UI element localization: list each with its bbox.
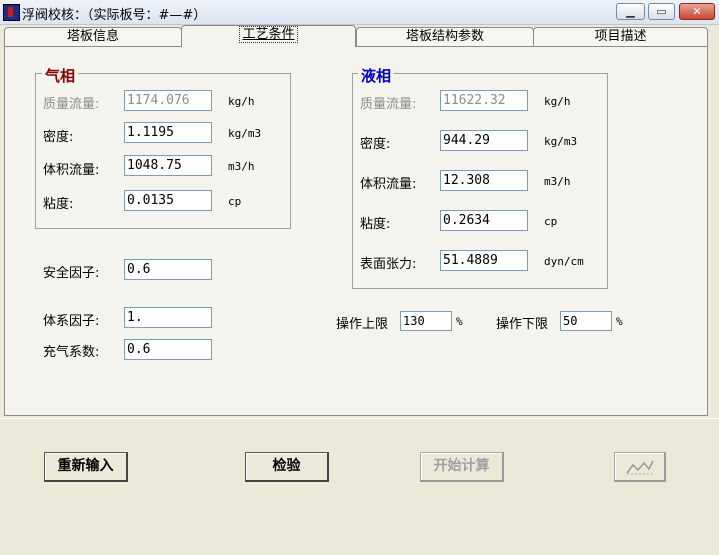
operation-upper-unit: % <box>456 315 463 328</box>
close-icon: ✕ <box>692 5 702 18</box>
tab-label: 项目描述 <box>594 29 647 44</box>
liquid-vol-flow-label: 体积流量: <box>360 177 417 192</box>
title-bar: 浮阀校核：（实际板号：#—#） ▁ ▭ ✕ <box>0 0 719 25</box>
liquid-density-label: 密度: <box>360 137 391 152</box>
gas-mass-flow-label: 质量流量: <box>43 97 100 112</box>
tab-label: 塔板结构参数 <box>405 29 484 44</box>
liquid-density-unit: kg/m3 <box>544 135 578 148</box>
liquid-surface-tension-unit: dyn/cm <box>544 255 584 268</box>
maximize-icon: ▭ <box>656 5 667 18</box>
liquid-viscosity-unit: cp <box>544 215 558 228</box>
close-button[interactable]: ✕ <box>679 3 715 20</box>
start-calculation-button[interactable]: 开始计算 <box>420 452 504 482</box>
tab-project-description[interactable]: 项目描述 <box>533 27 708 46</box>
liquid-mass-flow-unit: kg/h <box>544 95 571 108</box>
gas-viscosity-unit: cp <box>228 195 242 208</box>
chart-button[interactable] <box>614 452 666 482</box>
liquid-vol-flow-unit: m3/h <box>544 175 571 188</box>
operation-lower-label: 操作下限 <box>496 317 549 332</box>
system-factor-label: 体系因子: <box>43 314 100 329</box>
gas-density-label: 密度: <box>43 130 74 145</box>
minimize-icon: ▁ <box>626 5 635 18</box>
tab-label: 塔板信息 <box>66 29 119 44</box>
safety-factor-label: 安全因子: <box>43 266 100 281</box>
line-chart-icon <box>625 460 654 475</box>
minimize-button[interactable]: ▁ <box>616 3 645 20</box>
liquid-viscosity-field[interactable]: 0.2634 <box>440 210 528 231</box>
separator <box>0 418 719 419</box>
gas-density-unit: kg/m3 <box>228 127 262 140</box>
liquid-vol-flow-field[interactable]: 12.308 <box>440 170 528 191</box>
liquid-mass-flow-field: 11622.32 <box>440 90 528 111</box>
gas-density-field[interactable]: 1.1195 <box>124 122 212 143</box>
aeration-factor-label: 充气系数: <box>43 345 100 360</box>
gas-vol-flow-unit: m3/h <box>228 160 255 173</box>
liquid-surface-tension-field[interactable]: 51.4889 <box>440 250 528 271</box>
gas-phase-title: 气相 <box>42 65 79 86</box>
tab-tray-info[interactable]: 塔板信息 <box>4 27 182 46</box>
gas-vol-flow-label: 体积流量: <box>43 163 100 178</box>
liquid-density-field[interactable]: 944.29 <box>440 130 528 151</box>
operation-lower-field[interactable]: 50 <box>560 311 612 331</box>
system-factor-field[interactable]: 1. <box>124 307 212 328</box>
operation-upper-field[interactable]: 130 <box>400 311 452 331</box>
gas-mass-flow-unit: kg/h <box>228 95 255 108</box>
window-title: 浮阀校核：（实际板号：#—#） <box>22 8 207 23</box>
aeration-factor-field[interactable]: 0.6 <box>124 339 212 360</box>
gas-vol-flow-field[interactable]: 1048.75 <box>124 155 212 176</box>
tab-label: 工艺条件 <box>239 26 298 43</box>
gas-viscosity-field[interactable]: 0.0135 <box>124 190 212 211</box>
app-icon <box>3 4 20 21</box>
reset-input-button[interactable]: 重新输入 <box>44 452 128 482</box>
gas-mass-flow-field: 1174.076 <box>124 90 212 111</box>
liquid-mass-flow-label: 质量流量: <box>360 97 417 112</box>
check-button[interactable]: 检验 <box>245 452 329 482</box>
gas-viscosity-label: 粘度: <box>43 197 74 212</box>
maximize-button[interactable]: ▭ <box>648 3 675 20</box>
liquid-viscosity-label: 粘度: <box>360 217 391 232</box>
operation-lower-unit: % <box>616 315 623 328</box>
liquid-phase-title: 液相 <box>358 65 395 86</box>
safety-factor-field[interactable]: 0.6 <box>124 259 212 280</box>
tab-process-conditions[interactable]: 工艺条件 <box>181 25 356 47</box>
operation-upper-label: 操作上限 <box>336 317 389 332</box>
liquid-surface-tension-label: 表面张力: <box>360 257 417 272</box>
tab-tray-structure[interactable]: 塔板结构参数 <box>356 27 534 46</box>
